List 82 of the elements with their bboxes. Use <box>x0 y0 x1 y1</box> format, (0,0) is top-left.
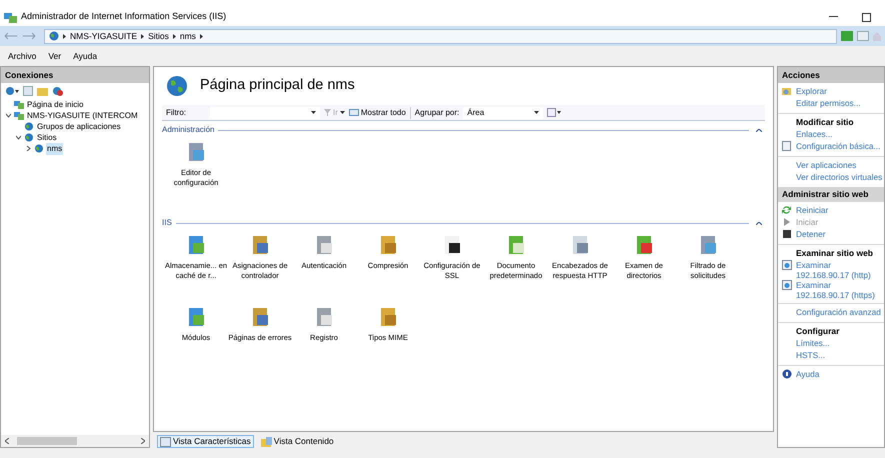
connect-icon[interactable] <box>5 86 19 96</box>
tree-item[interactable]: Sitios <box>36 132 58 144</box>
view-icon <box>160 436 171 446</box>
refresh-icon[interactable] <box>782 205 792 215</box>
action-link[interactable]: Examinar 192.168.90.17 (https) <box>796 280 883 300</box>
menu-item[interactable]: Archivo <box>8 50 36 62</box>
action-link[interactable]: Ver directorios virtuales <box>796 172 882 182</box>
address-bar[interactable]: NMS-YIGASUITE Sitios nms <box>44 28 837 44</box>
node-icon <box>14 100 24 109</box>
breadcrumb[interactable]: nms <box>180 30 196 42</box>
browser-icon[interactable] <box>782 260 792 270</box>
page-title: Página principal de nms <box>200 76 355 96</box>
action-link[interactable]: Examinar 192.168.90.17 (http) <box>796 260 883 280</box>
section-header: Administrar sitio web <box>778 187 884 202</box>
window-title: Administrador de Internet Information Services (IIS) <box>21 10 228 24</box>
node-icon <box>14 111 24 120</box>
caret-icon[interactable] <box>534 110 540 114</box>
scroll-right-icon[interactable] <box>141 438 145 444</box>
action-link[interactable]: Detener <box>796 229 826 239</box>
section-title: Modificar sitio <box>796 117 854 127</box>
action-link[interactable]: Límites... <box>796 338 830 348</box>
caret-icon[interactable] <box>200 34 203 38</box>
tree-item[interactable]: nms <box>46 142 64 154</box>
action-link[interactable]: Configuración básica... <box>796 141 880 151</box>
panel-header: Acciones <box>778 67 884 83</box>
collapse-chevron-icon[interactable] <box>6 113 11 118</box>
action-link[interactable]: HSTS... <box>796 350 826 360</box>
minimize-icon[interactable] <box>829 16 838 18</box>
node-icon <box>24 122 34 131</box>
tree-item[interactable]: Grupos de aplicaciones <box>36 120 122 132</box>
caret-icon[interactable] <box>172 34 176 38</box>
action-link[interactable]: Ayuda <box>796 369 820 379</box>
tree-item[interactable]: Página de inicio <box>26 98 84 110</box>
browser-icon[interactable] <box>782 280 792 290</box>
folder-icon[interactable] <box>782 86 792 96</box>
screen-icon <box>348 108 359 116</box>
node-icon <box>24 133 34 142</box>
section-title: Configurar <box>796 326 840 336</box>
horizontal-scrollbar[interactable] <box>1 435 149 447</box>
action-link[interactable]: Enlaces... <box>796 129 832 139</box>
group-header[interactable]: IIS <box>162 217 172 229</box>
group-by-dropdown[interactable]: Área <box>463 106 544 118</box>
action-link[interactable]: Explorar <box>796 86 827 96</box>
panel-header: Conexiones <box>1 67 149 83</box>
group-header[interactable]: Administración <box>162 124 214 136</box>
scroll-left-icon[interactable] <box>5 438 9 444</box>
funnel-icon <box>324 109 331 116</box>
breadcrumb[interactable]: Sitios <box>148 30 169 42</box>
view-icon[interactable] <box>547 108 562 117</box>
group-by-label: Agrupar por: <box>414 106 460 118</box>
section-title: Examinar sitio web <box>796 248 873 258</box>
action-link[interactable]: Reiniciar <box>796 205 828 215</box>
globe-icon <box>49 31 59 41</box>
expand-chevron-icon[interactable] <box>26 146 31 151</box>
feature-icon[interactable] <box>442 235 462 255</box>
document-icon[interactable] <box>782 141 792 151</box>
show-all-button[interactable]: Mostrar todo <box>348 106 411 118</box>
caret-icon[interactable] <box>340 111 345 114</box>
menu-item[interactable]: Ver <box>48 50 62 62</box>
view-tab[interactable]: Vista Características <box>157 435 254 448</box>
action-link[interactable]: Ver aplicaciones <box>796 160 856 170</box>
tree-item[interactable]: NMS-YIGASUITE (INTERCOM <box>26 110 139 122</box>
filter-field[interactable] <box>210 106 320 118</box>
collapse-icon[interactable] <box>756 222 762 224</box>
collapse-chevron-icon[interactable] <box>16 135 21 140</box>
view-tab[interactable]: Vista Contenido <box>258 435 337 448</box>
globe-icon <box>166 75 188 97</box>
app-icon <box>4 12 17 22</box>
caret-icon[interactable] <box>311 111 316 114</box>
caret-icon[interactable] <box>141 34 144 38</box>
help-icon[interactable] <box>782 369 792 379</box>
action-link[interactable]: Editar permisos... <box>796 98 861 108</box>
menu-item[interactable]: Ayuda <box>73 50 98 62</box>
view-icon <box>260 436 272 446</box>
breadcrumb[interactable]: NMS-YIGASUITE <box>70 30 138 42</box>
collapse-icon[interactable] <box>756 128 762 132</box>
stop-icon[interactable] <box>782 229 792 239</box>
maximize-icon[interactable] <box>862 12 871 22</box>
filter-label: Filtro: <box>166 106 186 118</box>
caret-icon[interactable] <box>63 34 66 38</box>
node-icon <box>34 144 44 153</box>
action-link[interactable]: Configuración avanzad <box>796 307 881 317</box>
